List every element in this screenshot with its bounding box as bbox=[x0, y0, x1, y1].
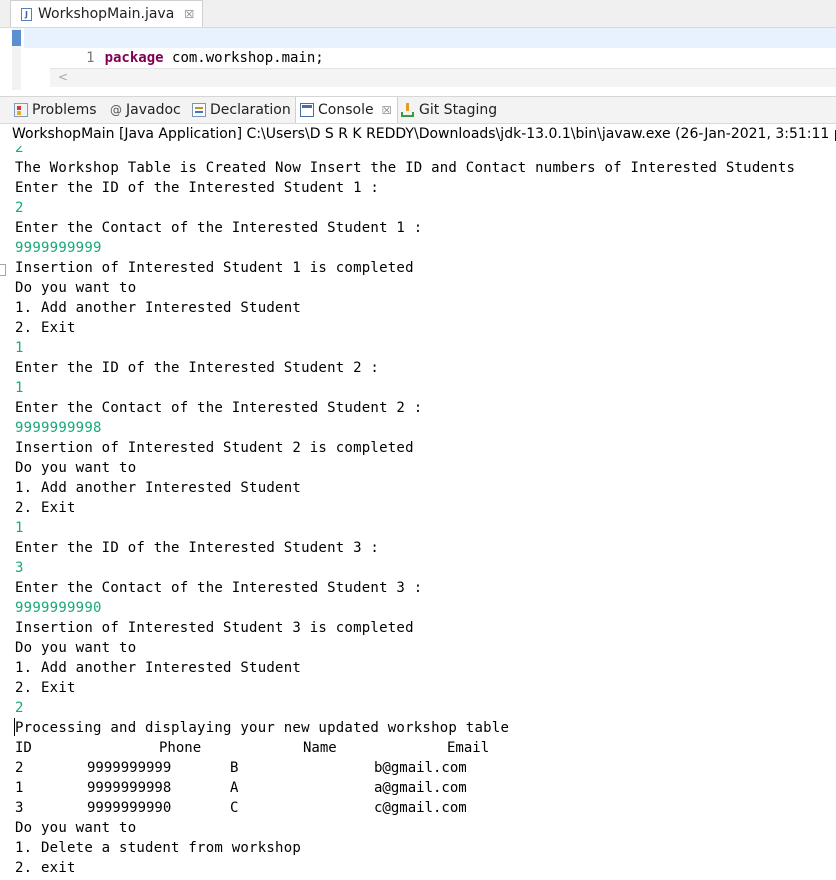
console-output-line: Insertion of Interested Student 2 is com… bbox=[15, 440, 414, 456]
console-output-line: 2. Exit bbox=[15, 680, 76, 696]
console-input-line: 1 bbox=[15, 520, 24, 536]
table-cell: 9999999990 bbox=[87, 800, 172, 816]
git-staging-icon bbox=[400, 103, 415, 117]
table-cell: a@gmail.com bbox=[374, 780, 467, 796]
console-input-line: 2 bbox=[15, 146, 24, 156]
table-header-cell: Name bbox=[303, 740, 337, 756]
console-output-line: The Workshop Table is Created Now Insert… bbox=[15, 160, 796, 176]
close-icon[interactable]: ☒ bbox=[184, 8, 194, 21]
overview-ruler bbox=[12, 28, 21, 90]
console-output-line: 2. exit bbox=[15, 860, 76, 876]
table-header-cell: ID bbox=[15, 740, 32, 756]
console-lines: 2 The Workshop Table is Created Now Inser… bbox=[15, 146, 795, 878]
console-output-line: Insertion of Interested Student 1 is com… bbox=[15, 260, 414, 276]
console-output-line: 2. Exit bbox=[15, 320, 76, 336]
javadoc-icon: @ bbox=[110, 103, 122, 117]
console-input-line: 1 bbox=[15, 340, 24, 356]
table-cell: b@gmail.com bbox=[374, 760, 467, 776]
console-output-line: Enter the ID of the Interested Student 3… bbox=[15, 540, 380, 556]
console-input-line: 9999999999 bbox=[15, 240, 102, 256]
console-output-line: Enter the Contact of the Interested Stud… bbox=[15, 400, 423, 416]
console-output-line: Enter the Contact of the Interested Stud… bbox=[15, 580, 423, 596]
tab-label: Console bbox=[318, 102, 374, 118]
console-output-line: Do you want to bbox=[15, 280, 137, 296]
ruler-marker bbox=[12, 30, 21, 46]
eclipse-window: J WorkshopMain.java ☒ 1 package com.works… bbox=[0, 0, 836, 880]
tab-label: Problems bbox=[32, 102, 97, 118]
table-cell: 3 bbox=[15, 800, 24, 816]
console-gutter bbox=[0, 146, 12, 880]
code-line[interactable]: 1 package com.workshop.main; bbox=[24, 28, 836, 66]
console-output-line: Do you want to bbox=[15, 640, 137, 656]
table-header-row: ID Phone Name Email bbox=[15, 738, 795, 758]
console-input-line: 2 bbox=[15, 200, 24, 216]
tab-label: Git Staging bbox=[419, 102, 498, 118]
table-cell: B bbox=[230, 760, 239, 776]
console-output-line: 1. Add another Interested Student bbox=[15, 480, 302, 496]
console-process-label: WorkshopMain [Java Application] C:\Users… bbox=[12, 126, 836, 142]
tab-javadoc[interactable]: @ Javadoc bbox=[110, 97, 181, 123]
console-output-line: Insertion of Interested Student 3 is com… bbox=[15, 620, 414, 636]
console-input-line: 1 bbox=[15, 380, 24, 396]
tab-git-staging[interactable]: Git Staging bbox=[400, 97, 497, 123]
table-cell: 1 bbox=[15, 780, 24, 796]
scroll-left-icon[interactable]: < bbox=[58, 70, 68, 84]
table-row: 3 9999999990 Cc@gmail.com bbox=[15, 798, 795, 818]
table-cell: C bbox=[230, 800, 239, 816]
table-header-cell: Email bbox=[447, 740, 490, 756]
text-cursor bbox=[14, 718, 15, 736]
table-row: 2 9999999999 Bb@gmail.com bbox=[15, 758, 795, 778]
tab-label: Declaration bbox=[210, 102, 291, 118]
table-cell: 2 bbox=[15, 760, 24, 776]
table-header-cell: Phone bbox=[159, 740, 202, 756]
editor-tab-bar: J WorkshopMain.java ☒ bbox=[0, 0, 836, 28]
table-cell: A bbox=[230, 780, 239, 796]
console-output-line: Enter the ID of the Interested Student 1… bbox=[15, 180, 380, 196]
console-output-line: 2. Exit bbox=[15, 500, 76, 516]
tab-label: Javadoc bbox=[126, 102, 181, 118]
horizontal-scrollbar[interactable]: < bbox=[50, 68, 836, 87]
tab-console[interactable]: Console ☒ bbox=[295, 97, 399, 123]
console-input-line: 2 bbox=[15, 700, 24, 716]
bracket-marker-icon bbox=[0, 264, 6, 276]
table-cell: c@gmail.com bbox=[374, 800, 467, 816]
declaration-icon bbox=[192, 103, 206, 117]
console-output-line: Enter the ID of the Interested Student 2… bbox=[15, 360, 380, 376]
tab-problems[interactable]: Problems bbox=[14, 97, 97, 123]
java-file-icon: J bbox=[21, 7, 32, 21]
editor-tab-label: WorkshopMain.java bbox=[38, 6, 175, 22]
table-cell: 9999999999 bbox=[87, 760, 172, 776]
close-icon[interactable]: ☒ bbox=[382, 104, 392, 117]
problems-icon bbox=[14, 103, 28, 117]
code-line[interactable]: 2 bbox=[24, 48, 105, 86]
console-output[interactable]: 2 The Workshop Table is Created Now Inser… bbox=[0, 146, 836, 880]
code-editor[interactable]: 1package com.workshop.main; 2 < bbox=[0, 28, 836, 90]
console-input-line: 9999999990 bbox=[15, 600, 102, 616]
table-cell: 9999999998 bbox=[87, 780, 172, 796]
code-text: com.workshop.main; bbox=[163, 50, 324, 66]
console-output-line: 1. Add another Interested Student bbox=[15, 660, 302, 676]
console-input-line: 3 bbox=[15, 560, 24, 576]
console-input-line: 9999999998 bbox=[15, 420, 102, 436]
console-output-line: Processing and displaying your new updat… bbox=[15, 720, 510, 736]
tab-declaration[interactable]: Declaration bbox=[192, 97, 291, 123]
editor-tab-workshopmain[interactable]: J WorkshopMain.java ☒ bbox=[10, 0, 204, 27]
table-row: 1 9999999998 Aa@gmail.com bbox=[15, 778, 795, 798]
console-icon bbox=[300, 103, 314, 117]
console-output-line: Do you want to bbox=[15, 820, 137, 836]
code-keyword: package bbox=[104, 50, 164, 66]
console-output-line: Enter the Contact of the Interested Stud… bbox=[15, 220, 423, 236]
view-tab-bar: Problems @ Javadoc Declaration Console ☒… bbox=[0, 96, 836, 124]
console-output-line: 1. Delete a student from workshop bbox=[15, 840, 302, 856]
console-output-line: 1. Add another Interested Student bbox=[15, 300, 302, 316]
console-output-line: Do you want to bbox=[15, 460, 137, 476]
